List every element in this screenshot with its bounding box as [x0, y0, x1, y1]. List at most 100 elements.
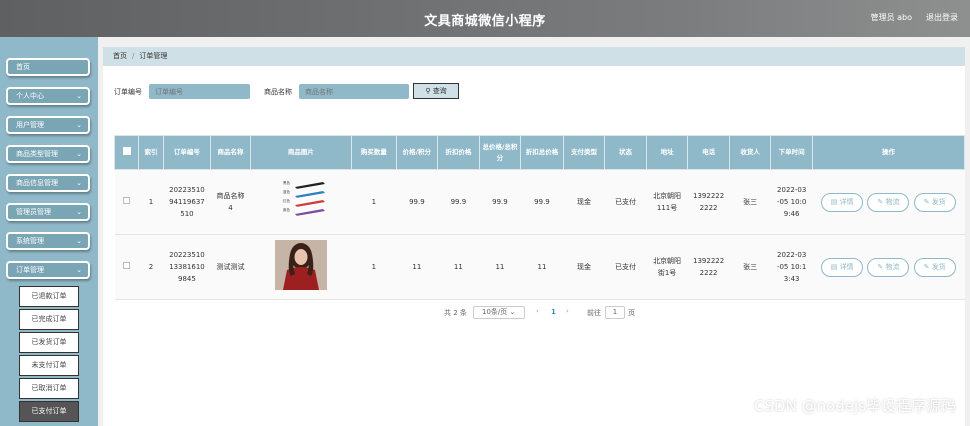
row-checkbox-cell[interactable] [114, 234, 139, 300]
select-all-header[interactable] [113, 135, 140, 170]
main-panel: 首页 / 订单管理 订单编号 商品名称 ⚲ 查询 索引 订单编号 商品名称 商品图片… [103, 47, 966, 426]
sidebar-item-users[interactable]: 用户管理 ⌄ [6, 116, 90, 134]
row-checkbox[interactable] [123, 262, 131, 269]
search-icon: ⚲ [425, 87, 431, 95]
sidebar-item-label: 首页 [16, 63, 30, 71]
phone-cell: 1392222 2222 [687, 169, 730, 235]
ship-button[interactable]: ✎ 发货 [913, 257, 956, 277]
submenu-refunded-orders[interactable]: 已退款订单 [19, 286, 79, 307]
goods-name-cell: 商品名称 4 [210, 169, 251, 235]
column-header: 收货人 [728, 135, 772, 170]
submenu-cancelled-orders[interactable]: 已取消订单 [19, 378, 79, 399]
pagination-total: 共 2 条 [444, 309, 467, 317]
order-no-cell: 20223510 94119637 510 [163, 169, 211, 235]
chevron-down-icon: ⌄ [76, 150, 82, 158]
column-header: 索引 [138, 135, 164, 170]
submenu-unpaid-orders[interactable]: 未支付订单 [19, 355, 79, 376]
product-photo-image [274, 240, 327, 290]
discount-total-cell: 99.9 [520, 169, 564, 235]
sidebar-item-goods-type[interactable]: 商品类型管理 ⌄ [6, 145, 90, 163]
pen-label: 蓝色 [283, 189, 291, 194]
discount-price-cell: 11 [437, 234, 480, 300]
pens-image: 黑色 蓝色 红色 紫色 [272, 177, 329, 223]
pay-type-cell: 现金 [563, 234, 605, 300]
sidebar-item-orders[interactable]: 订单管理 ⌄ [6, 261, 90, 279]
chevron-down-icon: ⌄ [76, 92, 82, 100]
page-number-current[interactable]: 1 [551, 308, 556, 316]
orders-table: 索引 订单编号 商品名称 商品图片 购买数量 价格/积分 折扣价格 总价格/总积… [113, 135, 966, 300]
sidebar-item-label: 订单管理 [16, 266, 44, 274]
column-header: 状态 [604, 135, 647, 170]
logout-link[interactable]: 退出登录 [926, 12, 958, 23]
index-cell: 2 [138, 234, 164, 300]
search-button-label: 查询 [432, 87, 447, 95]
edit-icon: ✎ [877, 197, 884, 206]
column-header: 价格/积分 [395, 135, 439, 170]
chevron-down-icon: ⌄ [509, 308, 516, 316]
sidebar-item-admins[interactable]: 管理员管理 ⌄ [6, 203, 90, 221]
receiver-cell: 张三 [729, 234, 771, 300]
status-cell: 已支付 [604, 169, 647, 235]
address-cell: 北京朝阳 111号 [646, 169, 688, 235]
chevron-down-icon: ⌄ [76, 121, 82, 129]
sidebar-item-label: 用户管理 [16, 121, 44, 129]
row-checkbox[interactable] [123, 197, 131, 204]
edit-icon: ✎ [877, 262, 884, 271]
sidebar-item-system[interactable]: 系统管理 ⌄ [6, 232, 90, 250]
page-size-select[interactable]: 10条/页 ⌄ [473, 306, 525, 319]
pay-type-cell: 现金 [563, 169, 605, 235]
search-button[interactable]: ⚲ 查询 [413, 83, 459, 99]
table-row: 2 20223510 13381610 9845 测试测试 1 11 11 11… [114, 234, 965, 300]
column-header: 下单时间 [770, 135, 813, 170]
total-cell: 99.9 [479, 169, 521, 235]
column-header: 地址 [645, 135, 689, 170]
detail-button[interactable]: ▤ 详情 [821, 192, 864, 212]
goods-name-label: 商品名称 [264, 88, 292, 96]
submenu-paid-orders[interactable]: 已支付订单 [19, 401, 79, 422]
submenu-completed-orders[interactable]: 已完成订单 [19, 309, 79, 330]
page-suffix: 页 [628, 309, 635, 317]
logistics-button[interactable]: ✎ 物流 [867, 257, 910, 277]
column-header: 电话 [687, 135, 730, 170]
order-no-label: 订单编号 [114, 88, 142, 96]
price-cell: 99.9 [396, 169, 438, 235]
sidebar-item-goods-info[interactable]: 商品信息管理 ⌄ [6, 174, 90, 192]
table-header-row: 索引 订单编号 商品名称 商品图片 购买数量 价格/积分 折扣价格 总价格/总积… [113, 135, 966, 170]
select-all-checkbox[interactable] [122, 146, 131, 155]
column-header: 折扣总价格 [520, 135, 564, 170]
goto-page-input[interactable]: 1 [605, 306, 625, 319]
edit-icon: ✎ [923, 262, 930, 271]
status-cell: 已支付 [604, 234, 647, 300]
index-cell: 1 [138, 169, 164, 235]
discount-price-cell: 99.9 [437, 169, 480, 235]
goods-image-cell: 黑色 蓝色 红色 紫色 [250, 169, 352, 235]
detail-icon: ▤ [830, 197, 838, 206]
sidebar-item-profile[interactable]: 个人中心 ⌄ [6, 87, 90, 105]
actions-cell: ▤ 详情 ✎ 物流 ✎ 发货 [812, 169, 965, 235]
discount-total-cell: 11 [520, 234, 564, 300]
column-header: 商品图片 [249, 135, 353, 170]
time-cell: 2022-03 -05 10:0 9:46 [770, 169, 813, 235]
column-header: 购买数量 [351, 135, 397, 170]
logistics-button[interactable]: ✎ 物流 [867, 192, 910, 212]
column-header: 总价格/总积分 [478, 135, 522, 170]
breadcrumb-home[interactable]: 首页 [113, 52, 127, 60]
pen-label: 红色 [283, 198, 291, 203]
sidebar-item-label: 个人中心 [16, 92, 44, 100]
chevron-down-icon: ⌄ [76, 237, 82, 245]
sidebar-item-label: 商品信息管理 [16, 179, 58, 187]
goods-name-input[interactable] [299, 84, 409, 99]
row-checkbox-cell[interactable] [114, 169, 139, 235]
chevron-left-icon[interactable]: ‹ [536, 307, 539, 315]
breadcrumb-separator: / [132, 52, 135, 60]
sidebar-item-home[interactable]: 首页 [6, 58, 90, 76]
submenu-shipped-orders[interactable]: 已发货订单 [19, 332, 79, 353]
edit-icon: ✎ [923, 197, 930, 206]
price-cell: 11 [396, 234, 438, 300]
pen-label: 黑色 [283, 180, 291, 185]
detail-button[interactable]: ▤ 详情 [821, 257, 864, 277]
goto-label: 前往 [587, 309, 601, 317]
chevron-right-icon[interactable]: › [566, 307, 569, 315]
ship-button[interactable]: ✎ 发货 [913, 192, 956, 212]
order-no-input[interactable] [149, 84, 250, 99]
